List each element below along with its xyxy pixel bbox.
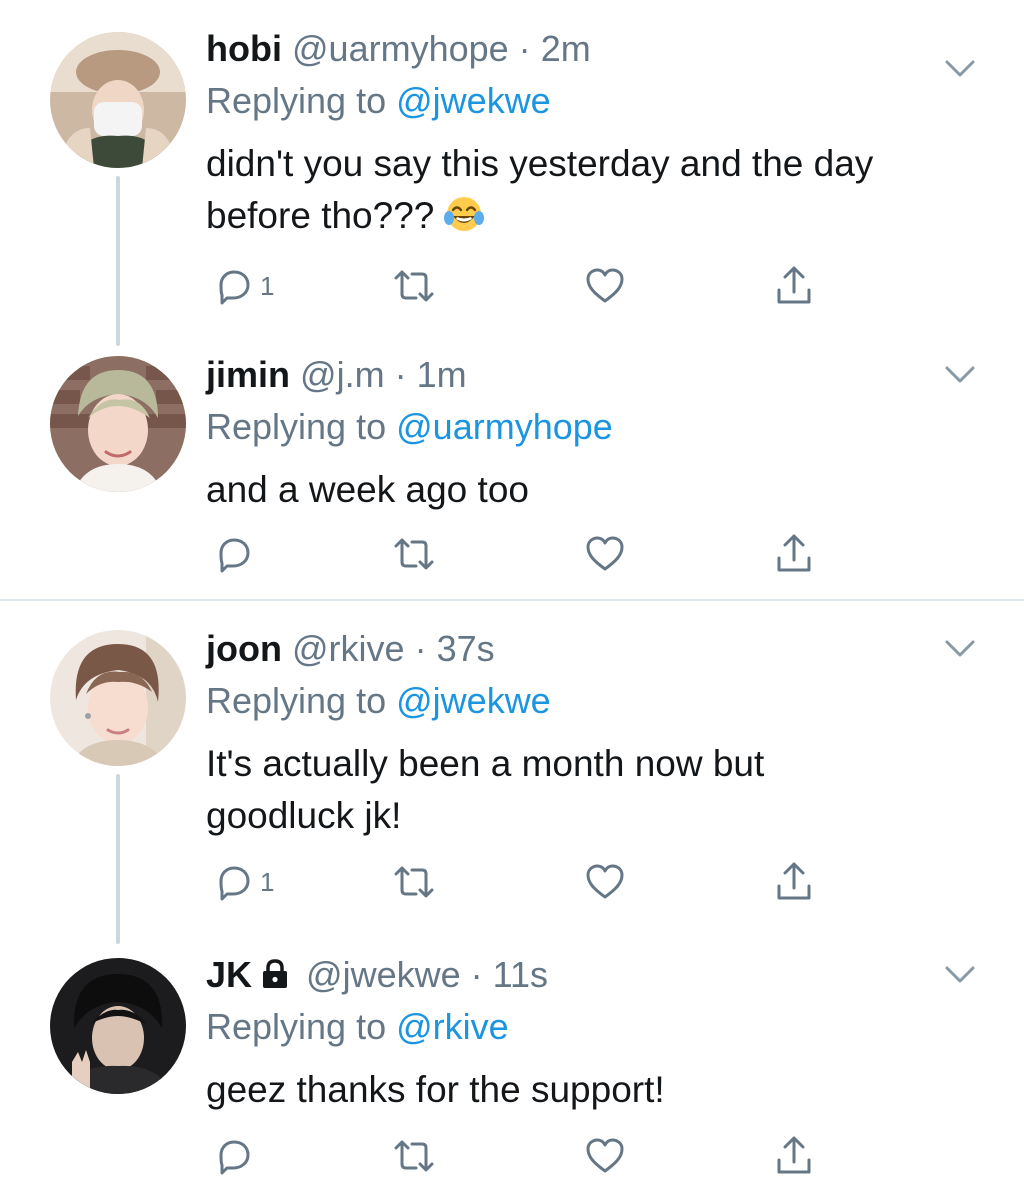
reply-icon [219, 270, 250, 305]
tweet-text-content: geez thanks for the support! [206, 1069, 665, 1110]
tweet-actions [206, 1130, 846, 1182]
replying-prefix: Replying to [206, 680, 387, 721]
tweet-actions [206, 528, 846, 580]
avatar-jimin[interactable] [50, 356, 186, 492]
tweet-text: didn't you say this yesterday and the da… [206, 138, 966, 248]
reply-button[interactable]: 1 [214, 260, 274, 312]
replying-prefix: Replying to [206, 80, 387, 121]
tweet-actions: 1 [206, 260, 846, 312]
lock-icon [263, 959, 288, 988]
share-icon [777, 1136, 811, 1174]
tweet-header: jimin @j.m · 1m [206, 350, 467, 400]
user-handle[interactable]: @jwekwe [306, 954, 461, 995]
timestamp[interactable]: 2m [541, 28, 591, 69]
user-handle[interactable]: @j.m [300, 354, 385, 395]
retweet-icon [394, 270, 434, 302]
retweet-button[interactable] [392, 1130, 436, 1182]
tweet-text-content: didn't you say this yesterday and the da… [206, 143, 874, 236]
tweet-text: and a week ago too [206, 464, 966, 516]
chevron-down-icon[interactable] [944, 964, 976, 986]
share-button[interactable] [774, 1130, 814, 1182]
like-button[interactable] [584, 528, 626, 580]
tweet-text: It's actually been a month now but goodl… [206, 738, 846, 842]
timestamp[interactable]: 11s [493, 954, 548, 995]
reply-count: 1 [260, 866, 275, 897]
share-icon [777, 266, 811, 304]
replying-prefix: Replying to [206, 406, 387, 447]
tweet-header: JK @jwekwe · 11s [206, 950, 548, 1000]
separator-dot: · [518, 28, 531, 69]
conversation-divider [0, 599, 1024, 601]
reply-icon [219, 538, 250, 573]
user-handle[interactable]: @uarmyhope [292, 28, 509, 69]
reply-button[interactable] [214, 1130, 260, 1182]
retweet-icon [394, 538, 434, 570]
avatar-jk[interactable] [50, 958, 186, 1094]
chevron-down-icon[interactable] [944, 638, 976, 660]
separator-dot: · [394, 354, 407, 395]
like-button[interactable] [584, 856, 626, 908]
display-name[interactable]: JK [206, 954, 252, 995]
separator-dot: · [414, 628, 427, 669]
tweet-text-content: and a week ago too [206, 469, 529, 510]
tweet-text-content: It's actually been a month now but goodl… [206, 743, 765, 836]
retweet-button[interactable] [392, 856, 436, 908]
reply-icon [219, 1140, 250, 1175]
thread-connector [116, 176, 120, 346]
avatar-joon[interactable] [50, 630, 186, 766]
display-name[interactable]: jimin [206, 354, 290, 395]
heart-icon [586, 268, 624, 303]
reply-icon [219, 866, 250, 901]
tweet-hobi[interactable]: hobi @uarmyhope · 2m Replying to @jwekwe… [0, 24, 1024, 346]
tweet-header: hobi @uarmyhope · 2m [206, 24, 591, 74]
display-name[interactable]: joon [206, 628, 282, 669]
avatar-hobi[interactable] [50, 32, 186, 168]
retweet-icon [394, 866, 434, 898]
replying-mention[interactable]: @jwekwe [396, 80, 551, 121]
timestamp[interactable]: 1m [417, 354, 467, 395]
thread-connector [116, 774, 120, 944]
like-button[interactable] [584, 260, 626, 312]
reply-count: 1 [260, 270, 275, 301]
chevron-down-icon[interactable] [944, 58, 976, 80]
tweet-text: geez thanks for the support! [206, 1064, 966, 1116]
retweet-icon [394, 1140, 434, 1172]
replying-to: Replying to @uarmyhope [206, 402, 613, 452]
replying-to: Replying to @jwekwe [206, 76, 551, 126]
reply-button[interactable]: 1 [214, 856, 274, 908]
heart-icon [586, 536, 624, 571]
replying-prefix: Replying to [206, 1006, 387, 1047]
share-button[interactable] [774, 856, 814, 908]
tweet-jimin[interactable]: jimin @j.m · 1m Replying to @uarmyhope a… [0, 350, 1024, 590]
tweet-header: joon @rkive · 37s [206, 624, 495, 674]
share-icon [777, 534, 811, 572]
display-name[interactable]: hobi [206, 28, 282, 69]
share-button[interactable] [774, 528, 814, 580]
tweet-jk[interactable]: JK @jwekwe · 11s Replying to @rkive geez… [0, 950, 1024, 1190]
replying-mention[interactable]: @jwekwe [396, 680, 551, 721]
timestamp[interactable]: 37s [437, 628, 495, 669]
retweet-button[interactable] [392, 528, 436, 580]
replying-mention[interactable]: @rkive [396, 1006, 509, 1047]
heart-icon [586, 1138, 624, 1173]
chevron-down-icon[interactable] [944, 364, 976, 386]
heart-icon [586, 864, 624, 899]
share-icon [777, 862, 811, 900]
replying-to: Replying to @rkive [206, 1002, 509, 1052]
tweet-actions: 1 [206, 856, 846, 908]
replying-to: Replying to @jwekwe [206, 676, 551, 726]
user-handle[interactable]: @rkive [292, 628, 405, 669]
like-button[interactable] [584, 1130, 626, 1182]
retweet-button[interactable] [392, 260, 436, 312]
reply-button[interactable] [214, 528, 260, 580]
face-with-tears-of-joy-icon [444, 194, 485, 248]
replying-mention[interactable]: @uarmyhope [396, 406, 613, 447]
share-button[interactable] [774, 260, 814, 312]
tweet-joon[interactable]: joon @rkive · 37s Replying to @jwekwe It… [0, 624, 1024, 944]
separator-dot: · [470, 954, 483, 995]
